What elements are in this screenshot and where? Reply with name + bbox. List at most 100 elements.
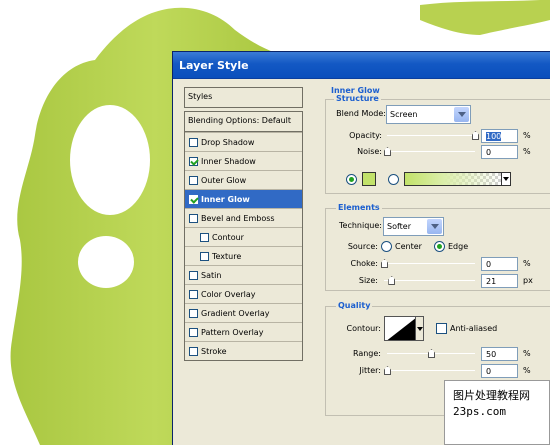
style-item-inner-shadow[interactable]: Inner Shadow [185, 151, 302, 170]
style-item-label: Color Overlay [201, 289, 256, 299]
style-item-label: Inner Glow [201, 194, 250, 204]
style-checkbox[interactable] [189, 137, 198, 147]
size-slider-track[interactable] [384, 280, 475, 281]
jitter-input[interactable]: 0 [481, 364, 518, 378]
style-item-label: Stroke [201, 346, 227, 356]
size-value: 21 [486, 277, 497, 286]
anti-aliased-label: Anti-aliased [450, 324, 498, 333]
source-edge-label: Edge [448, 242, 469, 251]
glow-color-swatch[interactable] [362, 172, 376, 186]
source-edge-radio[interactable] [434, 241, 445, 252]
style-item-color-overlay[interactable]: Color Overlay [185, 284, 302, 303]
choke-slider-track[interactable] [384, 263, 475, 264]
style-checkbox[interactable] [189, 327, 198, 337]
styles-panel: Styles Blending Options: Default Drop Sh… [184, 87, 303, 361]
style-item-texture[interactable]: Texture [185, 246, 302, 265]
color-radio[interactable] [346, 174, 357, 185]
range-percent: % [523, 349, 531, 358]
opacity-value: 100 [486, 132, 502, 141]
opacity-percent: % [523, 131, 531, 140]
style-item-label: Texture [212, 251, 242, 261]
style-item-outer-glow[interactable]: Outer Glow [185, 170, 302, 189]
range-value: 50 [486, 350, 497, 359]
gradient-radio[interactable] [388, 174, 399, 185]
style-item-label: Outer Glow [201, 175, 247, 185]
contour-curve-icon [387, 318, 415, 340]
style-item-label: Pattern Overlay [201, 327, 264, 337]
range-input[interactable]: 50 [481, 347, 518, 361]
styles-header[interactable]: Styles [184, 87, 303, 108]
jitter-slider-track[interactable] [387, 370, 475, 371]
source-center-radio[interactable] [381, 241, 392, 252]
style-checkbox[interactable] [189, 270, 198, 280]
blend-mode-select[interactable]: Screen [386, 105, 471, 124]
technique-select[interactable]: Softer [383, 217, 444, 236]
style-checkbox[interactable] [189, 156, 198, 166]
blend-mode-label: Blend Mode: [336, 109, 386, 118]
technique-value: Softer [387, 222, 411, 231]
choke-slider-thumb[interactable] [381, 259, 388, 268]
dialog-title: Layer Style [179, 59, 249, 72]
range-label: Range: [352, 349, 381, 358]
source-label: Source: [347, 242, 378, 251]
choke-percent: % [523, 259, 531, 268]
style-item-pattern-overlay[interactable]: Pattern Overlay [185, 322, 302, 341]
size-label: Size: [358, 276, 378, 285]
jitter-slider-thumb[interactable] [384, 366, 391, 375]
style-checkbox[interactable] [189, 213, 198, 223]
structure-title: Structure [334, 94, 381, 103]
choke-input[interactable]: 0 [481, 257, 518, 271]
noise-input[interactable]: 0 [481, 145, 518, 159]
gradient-dropdown-arrow[interactable] [501, 172, 511, 186]
opacity-input[interactable]: 100 [481, 129, 518, 143]
style-checkbox[interactable] [200, 251, 209, 261]
blending-options-item[interactable]: Blending Options: Default [184, 111, 303, 132]
contour-label: Contour: [346, 324, 382, 333]
watermark-url: 23ps.com [453, 405, 506, 418]
style-item-contour[interactable]: Contour [185, 227, 302, 246]
range-slider-thumb[interactable] [428, 349, 435, 358]
anti-aliased-checkbox[interactable] [436, 323, 447, 334]
size-px: px [523, 276, 533, 285]
dialog-title-bar[interactable]: Layer Style [173, 52, 550, 79]
style-checkbox[interactable] [189, 346, 198, 356]
style-item-drop-shadow[interactable]: Drop Shadow [185, 132, 302, 151]
jitter-percent: % [523, 366, 531, 375]
style-checkbox[interactable] [189, 194, 198, 204]
style-item-stroke[interactable]: Stroke [185, 341, 302, 360]
style-item-label: Gradient Overlay [201, 308, 270, 318]
size-slider-thumb[interactable] [388, 276, 396, 285]
style-item-satin[interactable]: Satin [185, 265, 302, 284]
style-checkbox[interactable] [189, 289, 198, 299]
style-checkbox[interactable] [200, 232, 209, 242]
contour-dropdown-arrow[interactable] [415, 316, 424, 341]
size-input[interactable]: 21 [481, 274, 518, 288]
choke-label: Choke: [350, 259, 378, 268]
noise-slider-track[interactable] [387, 151, 475, 152]
elements-group: Elements Technique: Softer Source: Cente… [325, 203, 550, 291]
blend-mode-value: Screen [390, 110, 418, 119]
noise-slider-thumb[interactable] [384, 147, 391, 156]
style-checkbox[interactable] [189, 175, 198, 185]
watermark: 图片处理教程网 23ps.com [444, 380, 550, 445]
quality-title: Quality [336, 301, 373, 310]
style-item-bevel-and-emboss[interactable]: Bevel and Emboss [185, 208, 302, 227]
opacity-slider-thumb[interactable] [472, 131, 479, 140]
chevron-down-icon [454, 107, 469, 122]
jitter-value: 0 [486, 367, 492, 376]
style-item-inner-glow[interactable]: Inner Glow [185, 189, 302, 208]
chevron-down-icon [427, 219, 442, 234]
noise-label: Noise: [357, 147, 382, 156]
source-center-label: Center [395, 242, 422, 251]
gradient-preview[interactable] [404, 172, 502, 186]
contour-preview[interactable] [384, 316, 416, 341]
style-checkbox[interactable] [189, 308, 198, 318]
opacity-label: Opacity: [349, 131, 382, 140]
opacity-slider-track[interactable] [387, 135, 475, 136]
style-item-label: Bevel and Emboss [201, 213, 275, 223]
noise-percent: % [523, 147, 531, 156]
style-list: Drop Shadow Inner Shadow Outer Glow Inner G… [184, 132, 303, 361]
style-item-gradient-overlay[interactable]: Gradient Overlay [185, 303, 302, 322]
elements-title: Elements [336, 203, 382, 212]
style-item-label: Satin [201, 270, 222, 280]
